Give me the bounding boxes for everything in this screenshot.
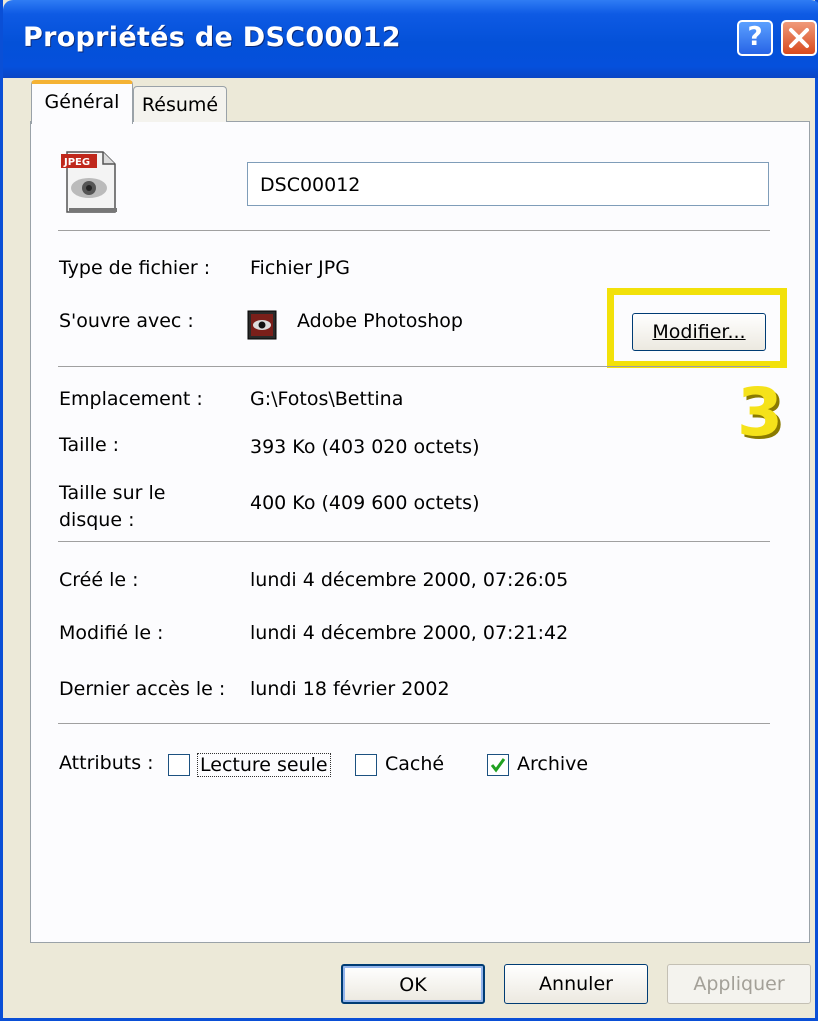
- tab-general[interactable]: Général: [31, 80, 133, 124]
- location-value: G:\Fotos\Bettina: [250, 388, 404, 410]
- size-on-disk-value: 400 Ko (409 600 octets): [250, 492, 480, 514]
- checkmark-icon: [490, 758, 506, 773]
- location-label: Emplacement :: [59, 388, 203, 410]
- opens-with-label: S'ouvre avec :: [59, 310, 194, 332]
- ok-button[interactable]: OK: [341, 964, 485, 1004]
- modified-label: Modifié le :: [59, 622, 164, 644]
- annotation-highlight-box: [607, 288, 787, 368]
- attributes-label: Attributs :: [59, 752, 154, 774]
- size-on-disk-label-line1: Taille sur le: [59, 482, 166, 504]
- apply-button[interactable]: Appliquer: [667, 964, 811, 1004]
- accessed-value: lundi 18 février 2002: [250, 678, 450, 700]
- hidden-label[interactable]: Caché: [385, 753, 444, 775]
- separator: [58, 541, 770, 542]
- close-button[interactable]: [781, 20, 817, 56]
- annotation-step-number: 3: [737, 374, 783, 451]
- archive-label[interactable]: Archive: [517, 753, 588, 775]
- read-only-label[interactable]: Lecture seule: [197, 753, 331, 777]
- created-label: Créé le :: [59, 569, 139, 591]
- size-label: Taille :: [59, 434, 120, 456]
- photoshop-icon: [247, 310, 277, 340]
- window-title: Propriétés de DSC00012: [23, 22, 401, 53]
- cancel-button[interactable]: Annuler: [504, 964, 648, 1004]
- hidden-checkbox[interactable]: [355, 754, 377, 776]
- file-type-value: Fichier JPG: [250, 257, 350, 279]
- file-name-field[interactable]: DSC00012: [247, 162, 769, 206]
- archive-checkbox[interactable]: [487, 754, 509, 776]
- title-bar[interactable]: Propriétés de DSC00012 ?: [3, 0, 818, 78]
- created-value: lundi 4 décembre 2000, 07:26:05: [250, 569, 569, 591]
- read-only-checkbox[interactable]: [168, 754, 190, 776]
- help-button[interactable]: ?: [737, 20, 773, 56]
- separator: [58, 230, 770, 231]
- properties-dialog: Propriétés de DSC00012 ? Général Résumé …: [0, 0, 818, 1021]
- separator: [58, 723, 770, 724]
- svg-text:JPEG: JPEG: [63, 157, 90, 168]
- tab-resume[interactable]: Résumé: [133, 86, 227, 122]
- file-type-label: Type de fichier :: [59, 257, 211, 279]
- opens-with-value: Adobe Photoshop: [297, 310, 463, 332]
- jpeg-file-icon: JPEG: [61, 151, 117, 213]
- general-tab-panel: JPEG DSC00012 Type de fichier : Fichier …: [30, 121, 810, 943]
- separator: [58, 366, 770, 367]
- close-icon: [789, 28, 809, 48]
- size-value: 393 Ko (403 020 octets): [250, 436, 480, 458]
- modified-value: lundi 4 décembre 2000, 07:21:42: [250, 622, 569, 644]
- size-on-disk-label-line2: disque :: [59, 509, 135, 531]
- accessed-label: Dernier accès le :: [59, 678, 226, 700]
